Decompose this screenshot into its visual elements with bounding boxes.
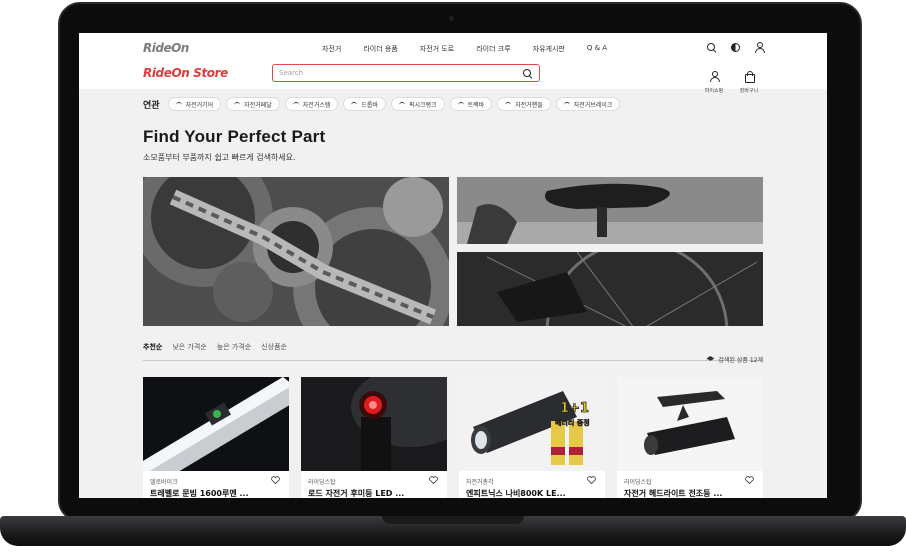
heart-icon[interactable] [745,476,754,484]
divider [143,360,763,361]
camera-icon [449,16,454,21]
product-image [617,377,763,471]
browser-screen: RideOn 자전거 라이더 용품 자전거 도로 라이더 크루 자유게시판 Q … [79,33,827,498]
mypage-label: 마이쇼핑 [704,88,724,94]
product-grid: 델로바이크 트레벨로 문빔 1600루멘 ... 라이딩스탑 로드 자전거 후미… [143,377,763,498]
chip-icon [175,102,182,106]
account-icon [709,71,720,82]
chip-icon [505,102,512,106]
product-shop: 라이딩스탑 [308,479,336,486]
nav-item-gear[interactable]: 라이더 용품 [363,44,397,54]
laptop-mockup: RideOn 자전거 라이더 용품 자전거 도로 라이더 크루 자유게시판 Q … [0,0,906,554]
header-icons [706,42,765,53]
heart-icon[interactable] [429,476,438,484]
product-image: 1+1 배터리 증정 [459,377,605,471]
user-icon[interactable] [754,42,765,53]
product-card[interactable]: 라이딩스탑 자전거 헤드라이트 전조등 ... [617,377,763,498]
product-image [143,377,289,471]
chip-gear[interactable]: 자전거기어 [167,97,222,111]
product-card[interactable]: 1+1 배터리 증정 자전거총각 엔피트닉스 나비800K LE... [459,377,605,498]
chip-brake[interactable]: 자전거브레이크 [555,97,621,111]
chip-icon [351,102,358,106]
chip-label: 드롭바 [361,101,378,109]
main-nav: 자전거 라이더 용품 자전거 도로 라이더 크루 자유게시판 Q & A [322,44,607,54]
chip-icon [292,102,299,106]
search-bar [272,64,540,82]
nav-item-board[interactable]: 자유게시판 [533,44,565,54]
chip-label: 자전거핸들 [515,101,543,109]
related-label: 연관 [143,100,160,111]
heart-icon[interactable] [587,476,596,484]
sort-price-low[interactable]: 낮은 가격순 [172,342,206,352]
result-count-label: 검색된 상품 12개 [718,357,763,364]
nav-item-qna[interactable]: Q & A [587,44,607,54]
chip-handle[interactable]: 자전거핸들 [497,97,551,111]
chip-crank[interactable]: 픽시크랭크 [390,97,445,111]
page-title: Find Your Perfect Part [143,127,326,146]
page-subtitle: 소모품부터 부품까지 쉽고 빠르게 검색하세요. [143,153,296,162]
sort-options: 추천순 낮은 가격순 높은 가격순 신상품순 [143,342,287,352]
cart-label: 장바구니 [739,88,759,94]
chip-label: 자전거브레이크 [573,101,613,109]
promo-sub-badge: 배터리 증정 [555,419,590,427]
product-shop: 자전거총각 [466,479,494,486]
product-name: 로드 자전거 후미등 LED ... [308,489,405,498]
mypage-button[interactable]: 마이쇼핑 [701,67,727,94]
sort-newest[interactable]: 신상품순 [261,342,287,352]
search-input[interactable] [279,68,509,78]
chip-label: 자전거스템 [302,101,331,109]
chip-pedal[interactable]: 자전거페달 [226,97,280,111]
laptop-lip [382,516,524,524]
chip-icon [234,102,241,106]
header: RideOn 자전거 라이더 용품 자전거 도로 라이더 크루 자유게시판 Q … [79,33,827,94]
product-shop: 델로바이크 [150,479,178,486]
layers-icon [706,356,715,361]
cart-button[interactable]: 장바구니 [735,67,763,94]
sort-price-high[interactable]: 높은 가격순 [217,342,251,352]
chip-icon [563,102,570,106]
search-submit-icon[interactable] [522,68,533,79]
site-logo[interactable]: RideOn [143,41,189,55]
promo-badge: 1+1 [560,401,590,417]
product-name: 엔피트닉스 나비800K LE... [466,489,566,498]
product-shop: 라이딩스탑 [624,479,652,486]
related-keywords: 연관 자전거기어 자전거페달 자전거스템 드롭바 픽시크랭크 트랙바 자전거핸들… [143,97,621,111]
cart-icon [744,71,755,83]
product-card[interactable]: 델로바이크 트레벨로 문빔 1600루멘 ... [143,377,289,498]
saddle-photo [457,177,763,244]
product-card[interactable]: 라이딩스탑 로드 자전거 후미등 LED ... [301,377,447,498]
chip-icon [398,102,405,106]
store-logo[interactable]: RideOn Store [143,66,228,80]
keyword-chips: 자전거기어 자전거페달 자전거스템 드롭바 픽시크랭크 트랙바 자전거핸들 자전… [167,97,621,111]
search-icon[interactable] [706,42,717,53]
product-image [301,377,447,471]
chip-label: 자전거페달 [244,101,272,109]
product-name: 트레벨로 문빔 1600루멘 ... [150,489,249,498]
chip-label: 자전거기어 [185,101,214,109]
sort-recommended[interactable]: 추천순 [143,342,162,352]
nav-item-bicycle[interactable]: 자전거 [322,44,341,54]
chip-trackbar[interactable]: 트랙바 [449,97,493,111]
chip-dropbar[interactable]: 드롭바 [343,97,386,111]
chip-label: 픽시크랭크 [408,101,437,109]
cassette-chain-photo [143,177,449,326]
heart-icon[interactable] [271,476,280,484]
result-count: 검색된 상품 12개 [706,355,763,364]
chip-stem[interactable]: 자전거스템 [284,97,339,111]
theme-toggle-icon[interactable] [731,43,740,52]
chip-label: 트랙바 [467,101,485,109]
nav-item-roads[interactable]: 자전거 도로 [420,44,454,54]
nav-item-crew[interactable]: 라이더 크루 [476,44,510,54]
product-name: 자전거 헤드라이트 전조등 ... [624,489,723,498]
wheel-photo [457,252,763,326]
chip-icon [457,102,464,106]
